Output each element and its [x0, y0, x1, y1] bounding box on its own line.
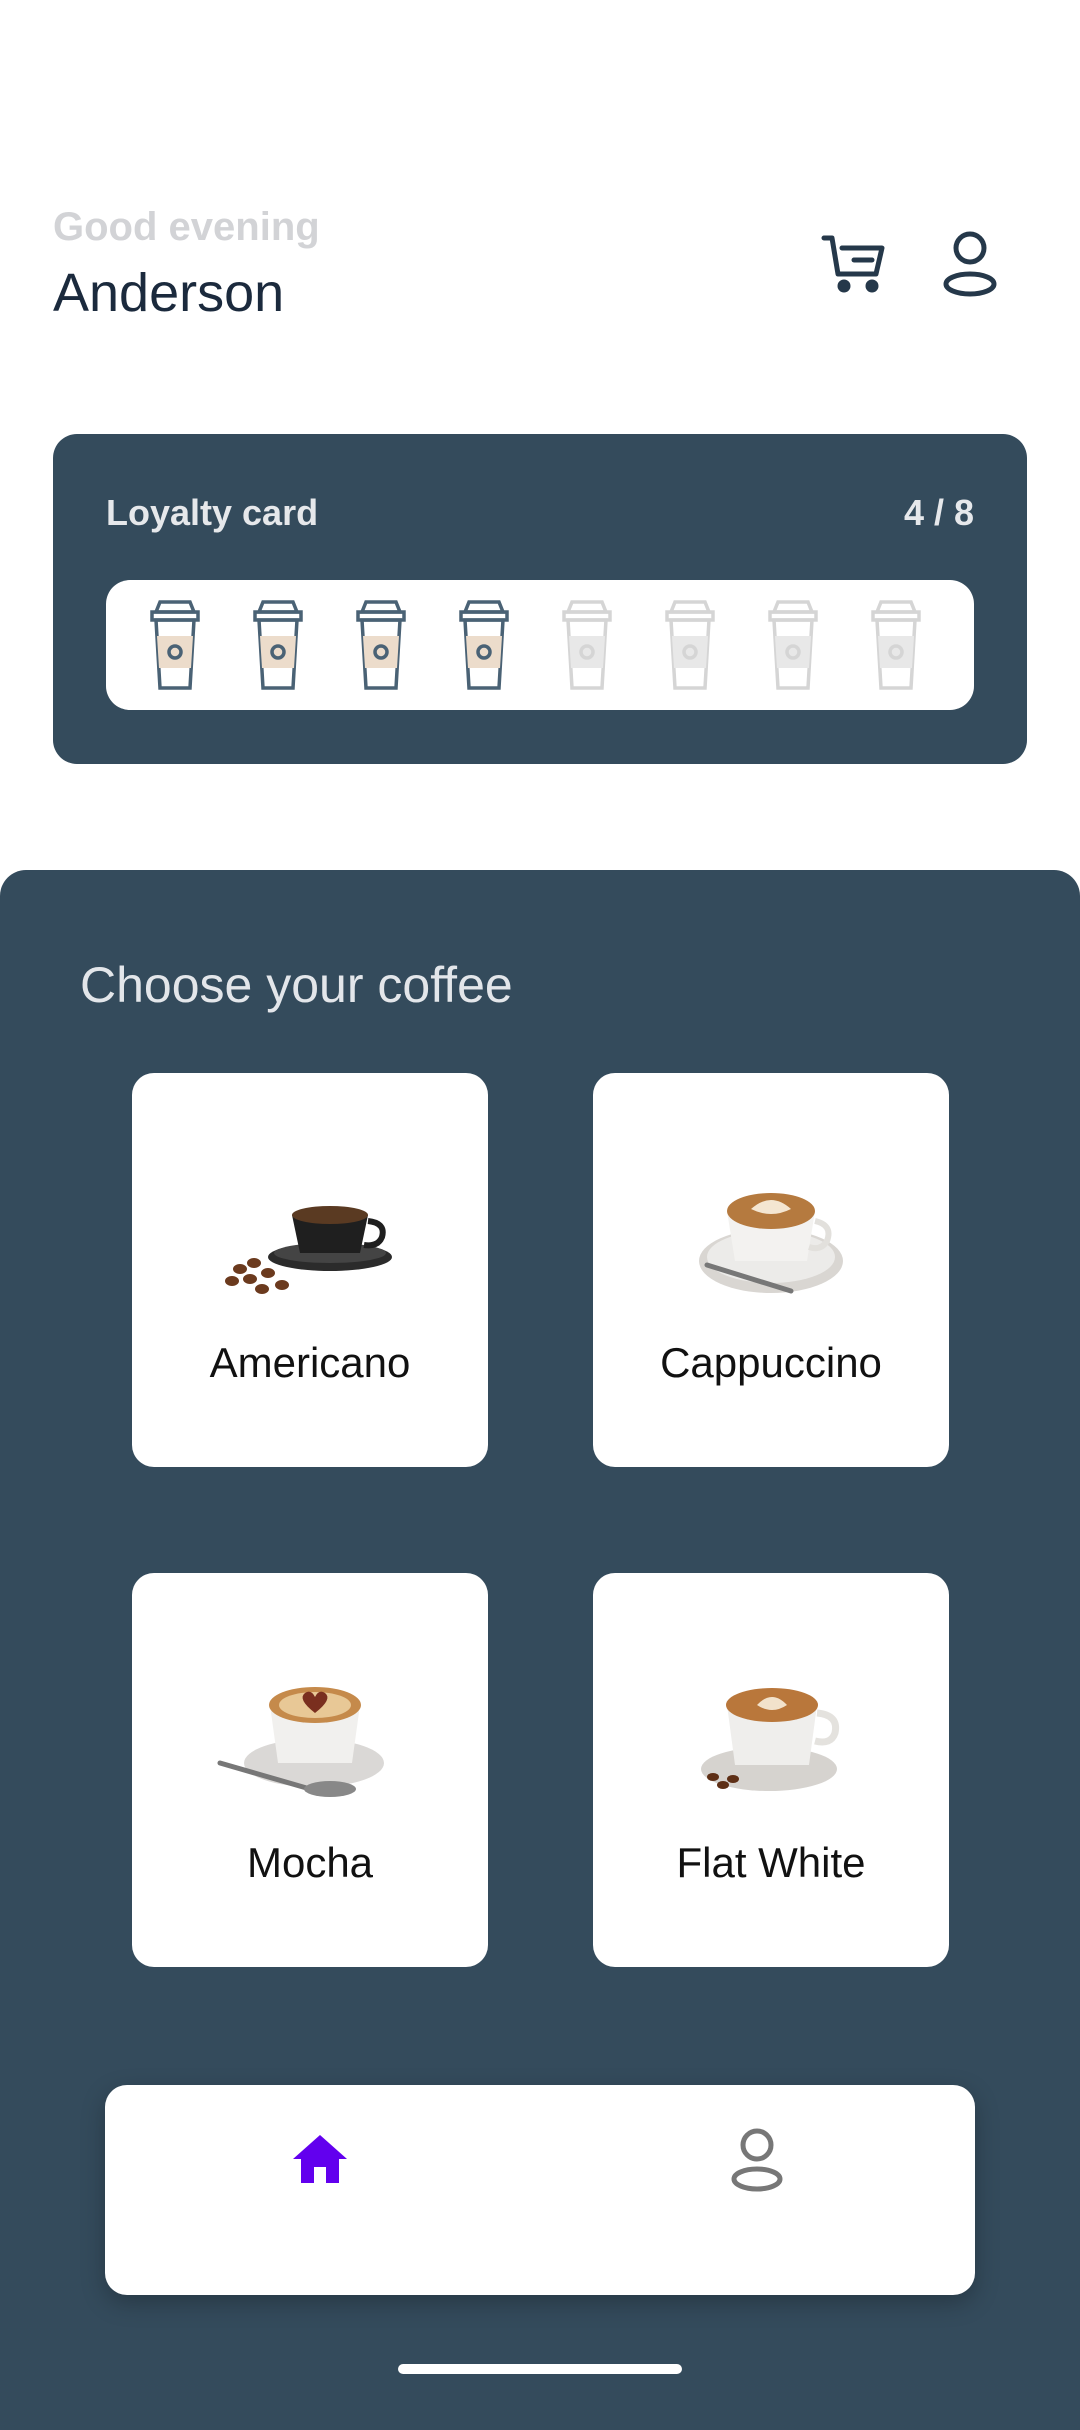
coffee-card-flat-white[interactable]: Flat White: [593, 1573, 949, 1967]
loyalty-count: 4 / 8: [903, 492, 974, 533]
coffee-label: Americano: [209, 1339, 411, 1386]
profile-icon[interactable]: [722, 2125, 792, 2195]
coffee-label: Mocha: [246, 1839, 374, 1886]
bottom-navigation: [105, 2085, 975, 2295]
americano-image: [210, 1165, 410, 1305]
stamp-filled-icon: [350, 598, 412, 692]
stamp-empty-icon: [556, 598, 618, 692]
coffee-card-mocha[interactable]: Mocha: [132, 1573, 488, 1967]
mocha-image: [210, 1665, 410, 1805]
stamp-row: [106, 580, 974, 710]
coffee-card-cappuccino[interactable]: Cappuccino: [593, 1073, 949, 1467]
greeting-text: Good evening: [53, 205, 320, 249]
stamp-empty-icon: [659, 598, 721, 692]
stamp-empty-icon: [865, 598, 927, 692]
stamp-filled-icon: [247, 598, 309, 692]
stamp-filled-icon: [144, 598, 206, 692]
cappuccino-image: [671, 1165, 871, 1305]
coffee-card-americano[interactable]: Americano: [132, 1073, 488, 1467]
profile-icon[interactable]: [934, 228, 1006, 300]
stamp-filled-icon: [453, 598, 515, 692]
coffee-label: Flat White: [676, 1839, 866, 1886]
loyalty-card-title: Loyalty card: [106, 492, 319, 533]
home-icon[interactable]: [285, 2125, 355, 2195]
stamp-empty-icon: [762, 598, 824, 692]
loyalty-card: Loyalty card 4 / 8: [53, 434, 1027, 764]
coffee-label: Cappuccino: [660, 1339, 882, 1386]
user-name: Anderson: [53, 263, 285, 323]
section-title: Choose your coffee: [80, 957, 513, 1013]
home-indicator: [398, 2364, 682, 2374]
flat-white-image: [671, 1665, 871, 1805]
cart-icon[interactable]: [818, 228, 890, 300]
